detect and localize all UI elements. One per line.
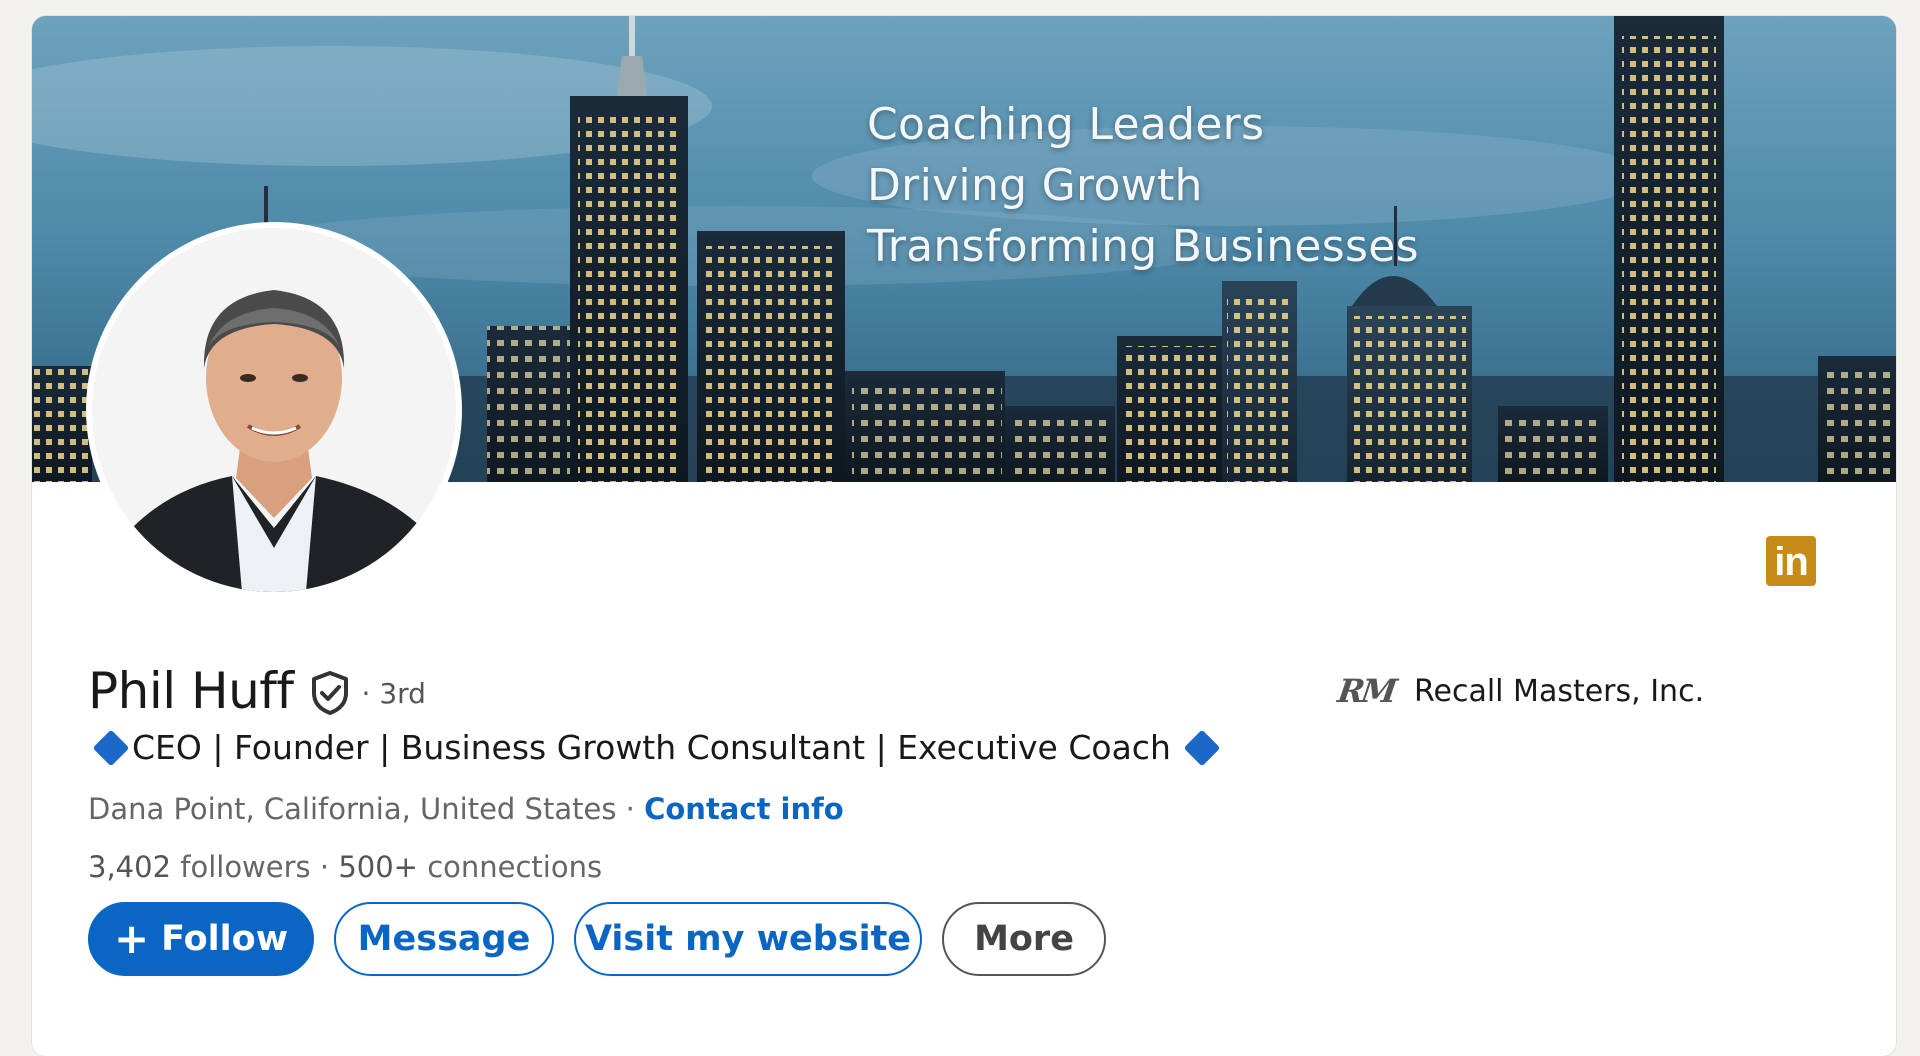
location-text: Dana Point, California, United States (88, 792, 617, 826)
profile-avatar[interactable] (86, 222, 462, 598)
message-button[interactable]: Message (334, 902, 554, 976)
contact-info-link[interactable]: Contact info (644, 792, 844, 826)
location-row: Dana Point, California, United States · … (88, 792, 844, 826)
network-stats: 3,402 followers · 500+ connections (88, 850, 602, 884)
banner-tagline: Coaching Leaders Driving Growth Transfor… (867, 94, 1419, 277)
followers-label: followers (180, 850, 311, 884)
connections-count[interactable]: 500+ (338, 850, 418, 884)
name-row: Phil Huff · 3rd (88, 662, 426, 720)
blue-diamond-icon (1183, 729, 1221, 766)
linkedin-logo-icon: in (1766, 536, 1816, 586)
follow-label: Follow (161, 919, 289, 959)
connections-separator: · (319, 850, 339, 884)
current-company[interactable]: RM Recall Masters, Inc. (1335, 672, 1705, 710)
headline-text: CEO | Founder | Business Growth Consulta… (132, 728, 1171, 767)
follow-button[interactable]: + Follow (88, 902, 314, 976)
banner-line-2: Driving Growth (867, 160, 1203, 211)
more-button[interactable]: More (942, 902, 1106, 976)
profile-actions: + Follow Message Visit my website More (88, 902, 1106, 976)
followers-count: 3,402 (88, 850, 172, 884)
profile-headline: CEO | Founder | Business Growth Consulta… (90, 728, 1223, 767)
banner-line-3: Transforming Businesses (867, 221, 1419, 272)
profile-name: Phil Huff (88, 662, 294, 720)
profile-card: Coaching Leaders Driving Growth Transfor… (32, 16, 1896, 1056)
connection-degree: · 3rd (361, 676, 426, 710)
company-name: Recall Masters, Inc. (1414, 673, 1705, 709)
profile-photo (92, 228, 456, 592)
banner-line-1: Coaching Leaders (867, 99, 1265, 150)
blue-diamond-icon (92, 729, 130, 766)
company-logo: RM (1335, 672, 1397, 710)
shield-check-icon[interactable] (308, 669, 352, 717)
plus-icon: + (113, 914, 150, 963)
connections-label[interactable]: connections (427, 850, 602, 884)
visit-website-button[interactable]: Visit my website (574, 902, 922, 976)
location-separator: · (616, 792, 645, 826)
